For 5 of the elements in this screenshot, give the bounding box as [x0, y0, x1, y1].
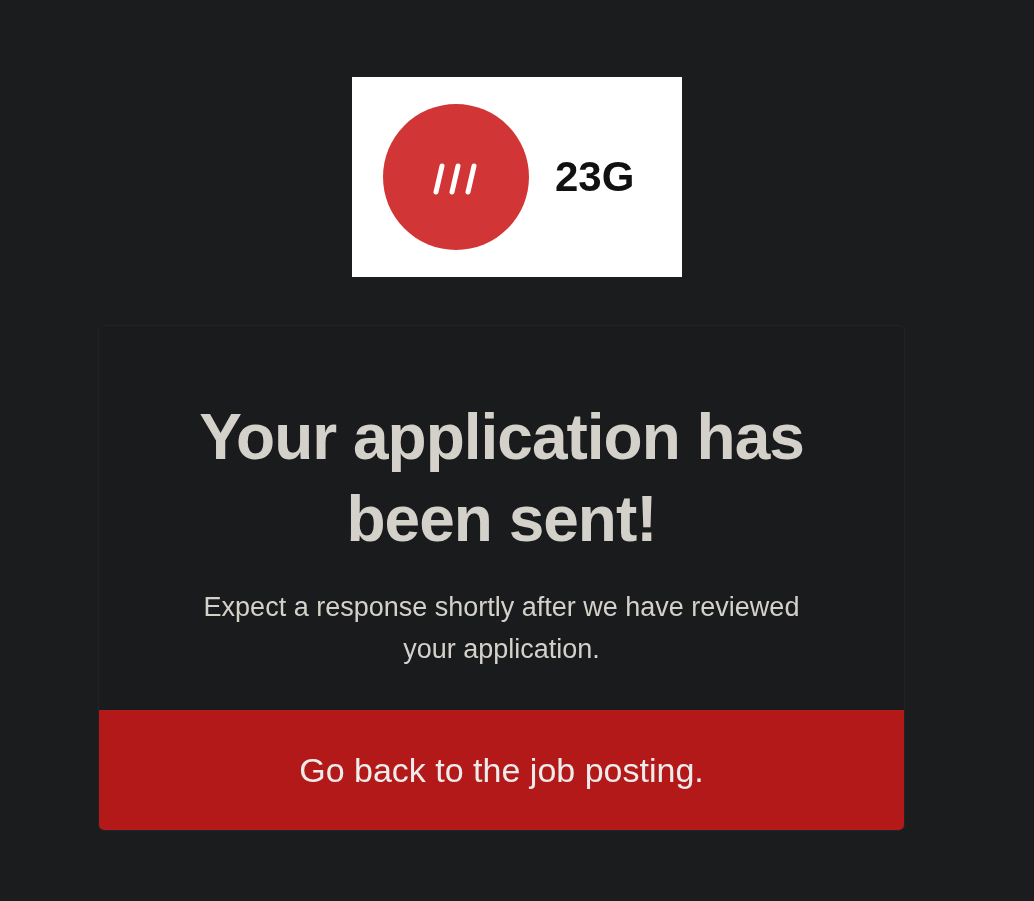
- logo-circle-icon: [383, 104, 529, 250]
- logo-text: 23G: [555, 153, 635, 201]
- heading: Your application has been sent!: [198, 400, 805, 557]
- back-button[interactable]: Go back to the job posting.: [99, 710, 904, 830]
- message: Expect a response shortly after we have reviewed your application.: [202, 591, 801, 666]
